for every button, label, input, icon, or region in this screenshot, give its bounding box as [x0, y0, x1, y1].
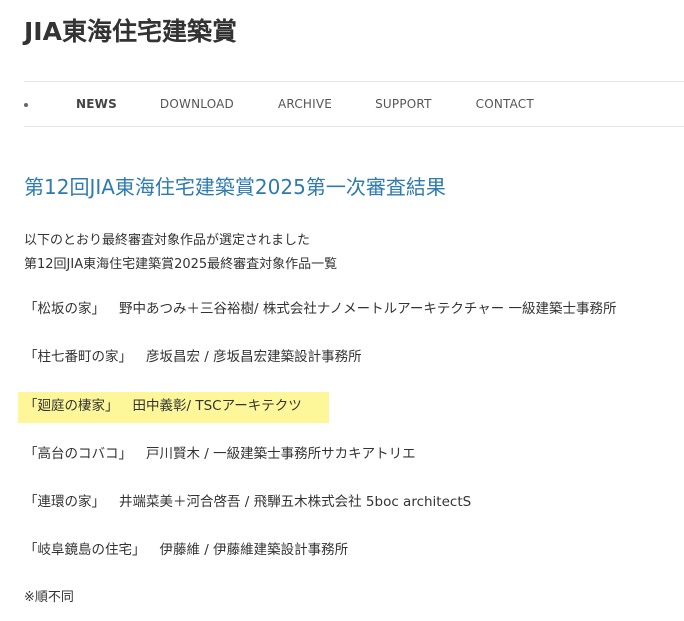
- entry-work-title: 「連環の家」: [24, 494, 105, 510]
- nav-divider-bottom: [24, 126, 684, 127]
- entry-credit: 戸川賢木 / 一級建築士事務所サカキアトリエ: [146, 446, 416, 462]
- post-intro: 以下のとおり最終審査対象作品が選定されました 第12回JIA東海住宅建築賞202…: [24, 229, 337, 277]
- order-note: ※順不同: [24, 590, 74, 605]
- site-title[interactable]: JIA東海住宅建築賞: [24, 14, 237, 50]
- entry-item: 「松坂の家」 野中あつみ＋三谷裕樹/ 株式会社ナノメートルアーキテクチャー 一級建…: [24, 298, 617, 320]
- entry-work-title: 「柱七番町の家」: [24, 349, 132, 365]
- entry-credit: 彦坂昌宏 / 彦坂昌宏建築設計事務所: [146, 349, 362, 365]
- entry-item: 「連環の家」 井端菜美＋河合啓吾 / 飛騨五木株式会社 5boc architec…: [24, 491, 471, 513]
- nav-item-archive[interactable]: ARCHIVE: [278, 97, 332, 111]
- intro-line: 第12回JIA東海住宅建築賞2025最終審査対象作品一覧: [24, 257, 338, 272]
- nav-item-news[interactable]: NEWS: [76, 97, 117, 111]
- intro-line: 以下のとおり最終審査対象作品が選定されました: [24, 233, 311, 248]
- entry-item-highlighted: 「廻庭の棲家」 田中義彰/ TSCアーキテクツ: [24, 395, 302, 417]
- entry-work-title: 「廻庭の棲家」: [24, 398, 119, 414]
- nav-item-support[interactable]: SUPPORT: [375, 97, 432, 111]
- entry-credit: 田中義彰/ TSCアーキテクツ: [132, 398, 302, 414]
- nav-item-contact[interactable]: CONTACT: [476, 97, 534, 111]
- entry-work-title: 「岐阜鏡島の住宅」: [24, 542, 146, 558]
- nav-item-download[interactable]: DOWNLOAD: [160, 97, 234, 111]
- entry-item: 「柱七番町の家」 彦坂昌宏 / 彦坂昌宏建築設計事務所: [24, 346, 362, 368]
- entry-work-title: 「松坂の家」: [24, 301, 105, 317]
- entry-item: 「高台のコバコ」 戸川賢木 / 一級建築士事務所サカキアトリエ: [24, 443, 416, 465]
- entry-credit: 井端菜美＋河合啓吾 / 飛騨五木株式会社 5boc architectS: [119, 494, 472, 510]
- entry-work-title: 「高台のコバコ」: [24, 446, 132, 462]
- entry-item: 「岐阜鏡島の住宅」 伊藤維 / 伊藤維建築設計事務所: [24, 539, 348, 561]
- nav-bullet-icon: [24, 103, 28, 107]
- entry-credit: 伊藤維 / 伊藤維建築設計事務所: [159, 542, 349, 558]
- entry-credit: 野中あつみ＋三谷裕樹/ 株式会社ナノメートルアーキテクチャー 一級建築士事務所: [119, 301, 617, 317]
- main-nav: NEWS DOWNLOAD ARCHIVE SUPPORT CONTACT: [24, 82, 534, 126]
- post-title[interactable]: 第12回JIA東海住宅建築賞2025第一次審査結果: [24, 171, 446, 203]
